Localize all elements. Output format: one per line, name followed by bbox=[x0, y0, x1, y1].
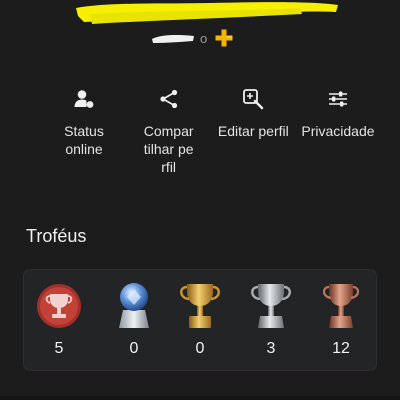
bronze-trophy-icon bbox=[322, 284, 360, 328]
status-online-icon bbox=[74, 90, 94, 108]
privacy-sliders-icon bbox=[328, 91, 347, 107]
profile-screen: o Status online Compartilhar perfil Edit… bbox=[0, 0, 400, 400]
edit-profile-button[interactable]: Editar perfil bbox=[213, 88, 293, 176]
privacy-label: Privacidade bbox=[301, 123, 375, 139]
bronze-trophy-count: 12 bbox=[332, 340, 350, 357]
trophies-card[interactable]: 5 0 0 3 12 bbox=[24, 270, 376, 370]
trophy-level-count: 5 bbox=[54, 340, 64, 357]
status-online-button[interactable]: Status online bbox=[44, 88, 124, 176]
gold-trophy-icon bbox=[180, 284, 220, 328]
redacted-username bbox=[70, 0, 342, 26]
trophy-level-item: 5 bbox=[34, 280, 84, 366]
status-online-label: Status online bbox=[64, 123, 104, 157]
edit-profile-label: Editar perfil bbox=[217, 123, 289, 139]
share-profile-button[interactable]: Compartilhar perfil bbox=[129, 88, 209, 176]
gold-trophy-item: 0 bbox=[175, 280, 225, 366]
trophy-level-icon bbox=[37, 284, 81, 328]
bronze-trophy-item: 12 bbox=[316, 280, 366, 366]
trophies-heading: Troféus bbox=[26, 226, 87, 246]
playstation-plus-icon bbox=[215, 29, 233, 47]
online-id-row: o bbox=[150, 28, 234, 48]
platinum-trophy-icon bbox=[119, 283, 149, 328]
redacted-online-id bbox=[152, 35, 194, 43]
platinum-trophy-item: 0 bbox=[109, 280, 159, 366]
silver-trophy-icon bbox=[251, 284, 291, 328]
silver-trophy-count: 3 bbox=[266, 340, 276, 357]
profile-actions: Status online Compartilhar perfil Editar… bbox=[38, 88, 378, 176]
privacy-button[interactable]: Privacidade bbox=[298, 88, 378, 176]
share-icon bbox=[160, 89, 177, 109]
online-id-suffix: o bbox=[200, 30, 209, 46]
platinum-trophy-count: 0 bbox=[129, 340, 139, 357]
edit-profile-icon bbox=[243, 89, 264, 110]
bottom-divider bbox=[0, 396, 400, 400]
share-profile-label: Compartilhar perfil bbox=[143, 123, 194, 175]
silver-trophy-item: 3 bbox=[246, 280, 296, 366]
gold-trophy-count: 0 bbox=[195, 340, 205, 357]
